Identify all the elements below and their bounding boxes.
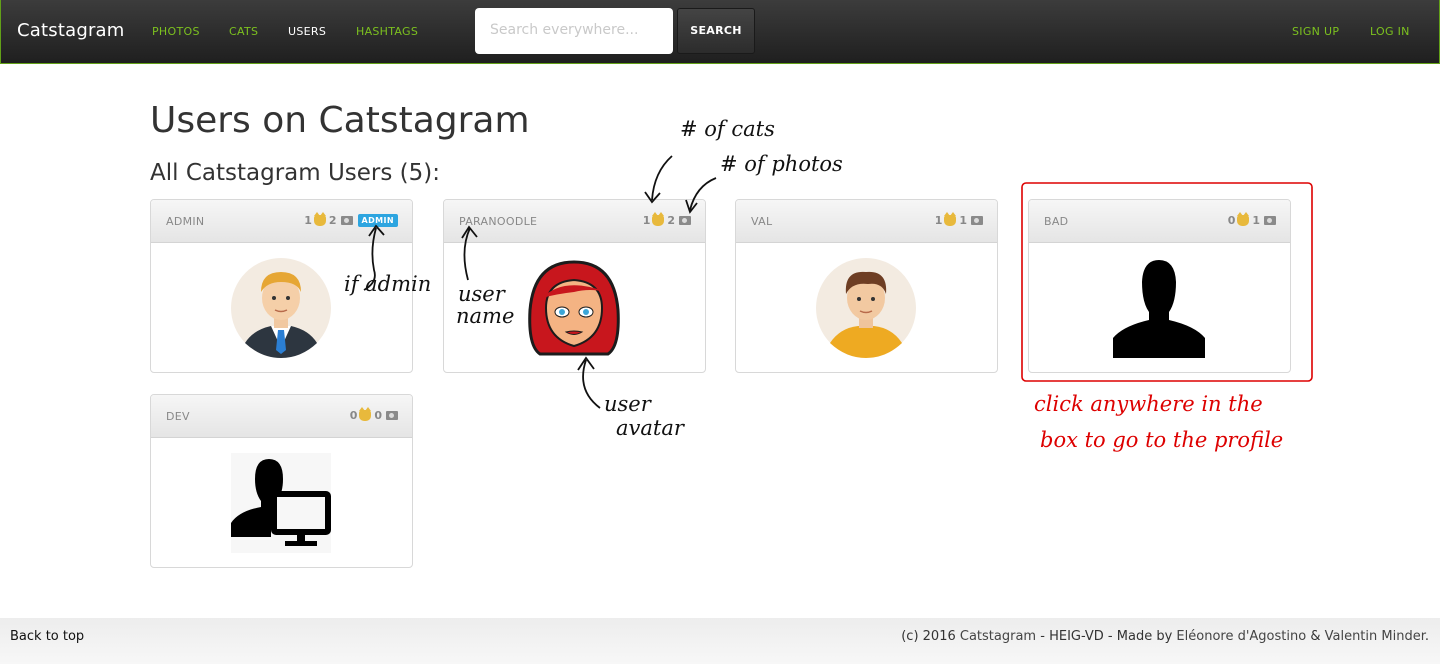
- credits-text: - HEIG-VD - Made by: [1040, 629, 1173, 644]
- annotation-photos: # of photos: [720, 152, 843, 176]
- annotation-avatar-line2: avatar: [616, 416, 684, 440]
- credits-end: .: [1424, 629, 1429, 644]
- credits-amp: &: [1310, 629, 1321, 644]
- annotation-user-name-line1: user: [458, 282, 505, 306]
- annotation-click-line2: box to go to the profile: [1040, 428, 1284, 452]
- annotation-click-line1: click anywhere in the: [1034, 392, 1263, 416]
- annotation-user-name-line2: name: [456, 304, 515, 328]
- site-link[interactable]: Catstagram: [960, 629, 1036, 644]
- annotation-admin: if admin: [344, 272, 432, 296]
- annotation-overlay: [363, 155, 1313, 409]
- copyright-prefix: (c) 2016: [901, 629, 956, 644]
- highlight-box: [1021, 182, 1313, 382]
- annotation-cats: # of cats: [680, 117, 775, 141]
- author1-link[interactable]: Eléonore d'Agostino: [1176, 629, 1306, 644]
- annotation-avatar-line1: user: [604, 392, 651, 416]
- back-to-top-link[interactable]: Back to top: [10, 629, 84, 644]
- author2-link[interactable]: Valentin Minder: [1325, 629, 1425, 644]
- page-footer: Back to top (c) 2016 Catstagram - HEIG-V…: [0, 618, 1440, 664]
- footer-credits: (c) 2016 Catstagram - HEIG-VD - Made by …: [901, 629, 1429, 644]
